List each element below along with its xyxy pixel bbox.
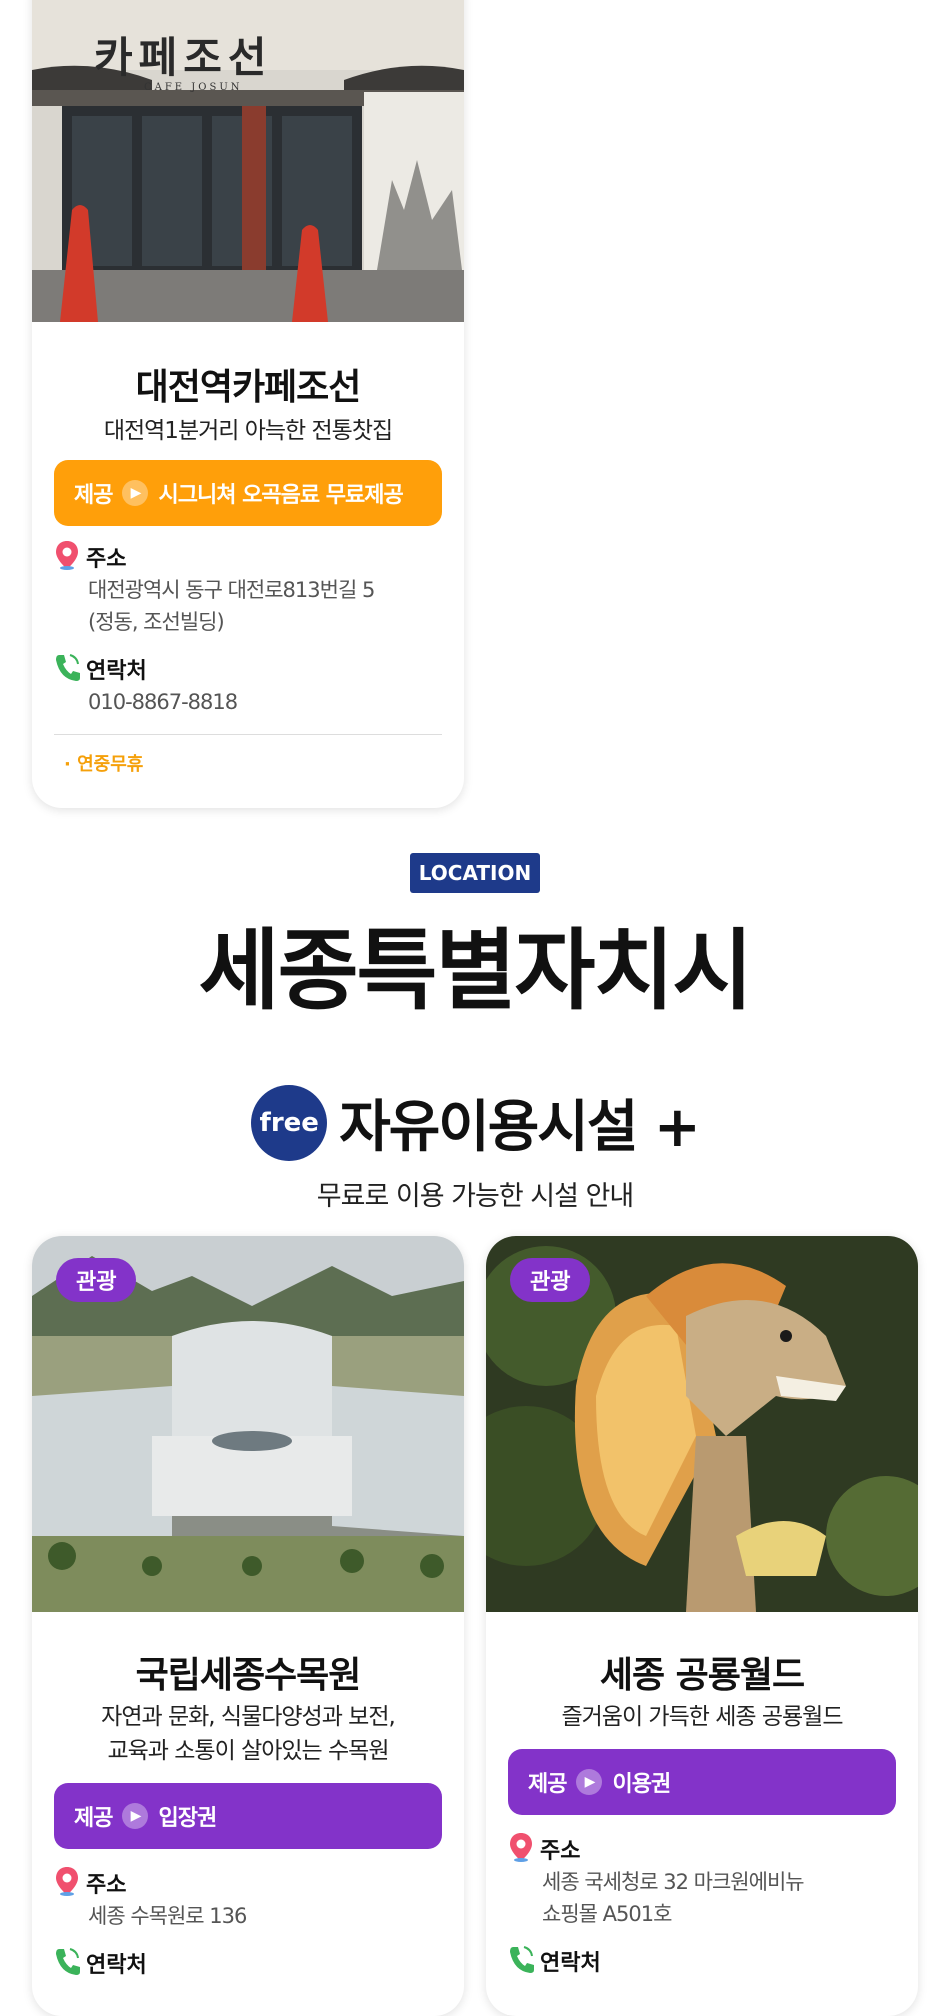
benefit-label: 제공: [74, 483, 113, 508]
card-description-line-1: 즐거움이 가득한 세종 공룡월드: [561, 1704, 843, 1730]
benefit-banner: 제공 ▶ 이용권: [508, 1749, 896, 1815]
sejong-dinosaur-world-card[interactable]: 관광 세종 공룡월드 즐거움이 가득한 세종 공룡월드 제공 ▶ 이용권 주소 …: [486, 1236, 918, 2016]
cafe-storefront-image: 카페조선 CAFE JOSUN: [32, 0, 464, 322]
card-description-line-2: 교육과 소통이 살아있는 수목원: [107, 1738, 389, 1764]
region-title: 세종특별자치시: [198, 919, 754, 1022]
phone-icon: [54, 652, 80, 686]
address-label: 주소: [540, 1839, 581, 1864]
card-title: 국립세종수목원: [135, 1655, 362, 1696]
benefit-label: 제공: [74, 1806, 113, 1831]
address-line-2: 쇼핑몰 A501호: [542, 1902, 672, 1926]
cafe-josun-card[interactable]: 카페조선 CAFE JOSUN 대전역카페조선 대전역1분거리 아늑한 전통찻집…: [32, 0, 464, 808]
free-facilities-title: 자유이용시설 +: [339, 1095, 701, 1160]
contact-label: 연락처: [86, 659, 147, 684]
contact-row: 연락처: [54, 652, 147, 686]
chevron-right-icon: ▶: [576, 1769, 603, 1795]
address-line-2: (정동, 조선빌딩): [88, 610, 225, 634]
category-tag: 관광: [510, 1258, 591, 1302]
contact-label: 연락처: [540, 1951, 601, 1976]
location-pin-icon: [508, 1832, 534, 1866]
benefit-text: 이용권: [612, 1772, 671, 1797]
card-description-line-1: 자연과 문화, 식물다양성과 보전,: [101, 1704, 396, 1730]
address-row: 주소: [508, 1832, 580, 1866]
contact-label: 연락처: [86, 1953, 147, 1978]
address-row: 주소: [54, 1866, 126, 1900]
benefit-banner: 제공 ▶ 입장권: [54, 1783, 442, 1849]
card-title: 세종 공룡월드: [599, 1655, 805, 1696]
card-description: 대전역1분거리 아늑한 전통찻집: [103, 418, 393, 444]
address-label: 주소: [86, 1873, 127, 1898]
cafe-sign-subtext: CAFE JOSUN: [144, 82, 243, 93]
benefit-text: 입장권: [158, 1806, 217, 1831]
category-tag: 관광: [56, 1258, 137, 1302]
location-pin-icon: [54, 1866, 80, 1900]
free-facilities-caption: 무료로 이용 가능한 시설 안내: [316, 1181, 634, 1212]
benefit-text: 시그니쳐 오곡음료 무료제공: [158, 483, 403, 508]
divider: [54, 734, 442, 735]
address-label: 주소: [86, 547, 127, 572]
address-row: 주소: [54, 540, 126, 574]
address-line-1: 대전광역시 동구 대전로813번길 5: [88, 578, 375, 602]
contact-phone[interactable]: 010-8867-8818: [88, 686, 238, 718]
address-line-1: 세종 수목원로 136: [88, 1904, 247, 1928]
contact-row: 연락처: [54, 1946, 147, 1980]
phone-icon: [54, 1946, 80, 1980]
chevron-right-icon: ▶: [122, 480, 149, 506]
location-badge: LOCATION: [410, 853, 540, 893]
address-line-1: 세종 국세청로 32 마크원에비뉴: [542, 1870, 805, 1894]
sejong-arboretum-card[interactable]: 관광 국립세종수목원 자연과 문화, 식물다양성과 보전, 교육과 소통이 살아…: [32, 1236, 464, 2016]
free-facilities-heading: free 자유이용시설 +: [0, 1082, 950, 1163]
benefit-label: 제공: [528, 1772, 567, 1797]
operating-note: · 연중무휴: [64, 754, 144, 775]
free-badge: free: [251, 1084, 328, 1161]
cafe-sign-text: 카페조선: [94, 33, 273, 82]
chevron-right-icon: ▶: [122, 1803, 149, 1829]
benefit-banner: 제공 ▶ 시그니쳐 오곡음료 무료제공: [54, 460, 442, 526]
card-title: 대전역카페조선: [135, 367, 362, 408]
location-pin-icon: [54, 540, 80, 574]
